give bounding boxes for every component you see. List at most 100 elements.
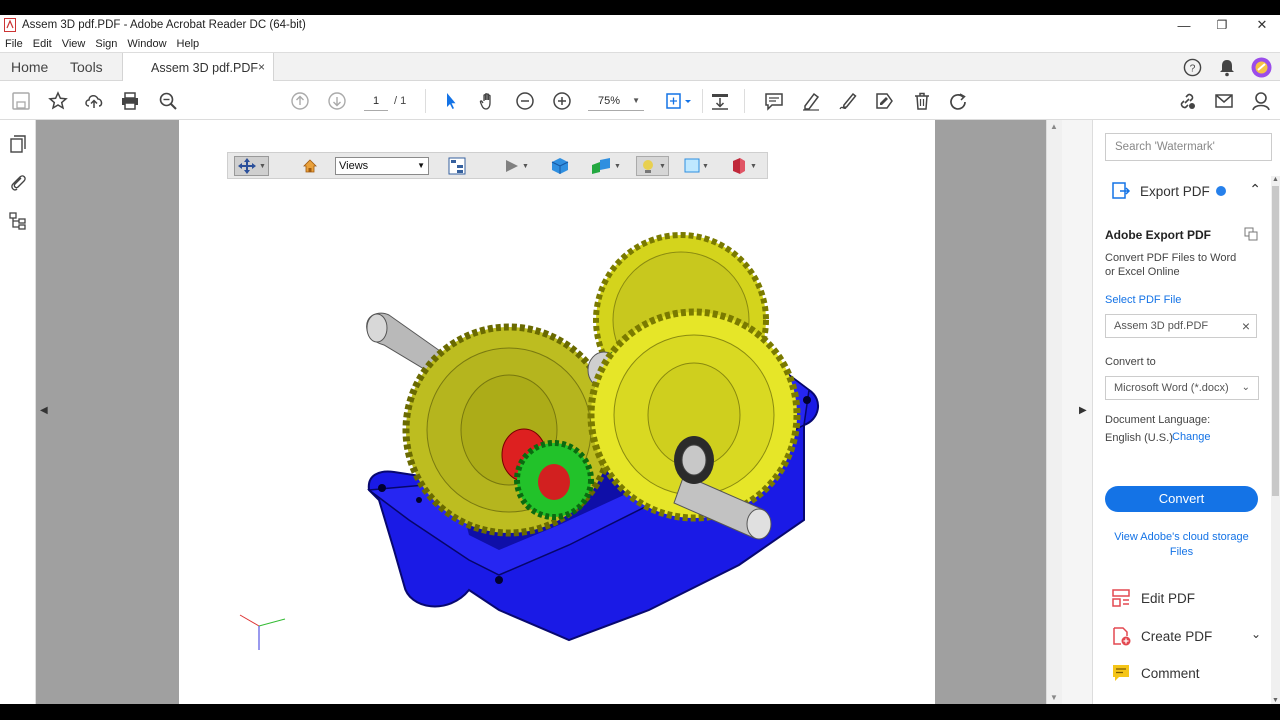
tool-create-pdf[interactable]: Create PDF ⌄ [1111, 624, 1261, 648]
tool-comment[interactable]: Comment [1111, 661, 1261, 685]
document-language-label: Document Language: [1105, 414, 1211, 426]
tools-search-input[interactable]: Search 'Watermark' [1105, 133, 1272, 161]
toolbar-separator [425, 89, 426, 113]
tab-home[interactable]: Home [11, 59, 48, 75]
model-tree-icon[interactable] [8, 211, 28, 231]
find-zoom-icon[interactable] [157, 90, 179, 112]
lighting-icon[interactable]: ▼ [636, 156, 669, 176]
menu-window[interactable]: Window [127, 38, 166, 50]
user-avatar-icon[interactable] [1251, 57, 1272, 78]
tab-document[interactable]: Assem 3D pdf.PDF × [122, 53, 274, 82]
chevron-down-icon: ⌄ [1241, 382, 1250, 393]
render-mode-icon[interactable]: ▼ [590, 156, 621, 176]
close-window-button[interactable]: ✕ [1242, 15, 1280, 35]
attachments-paperclip-icon[interactable] [8, 172, 28, 192]
delete-trash-icon[interactable] [911, 90, 933, 112]
collapse-left-pane-icon[interactable]: ◀ [40, 405, 48, 416]
zoom-out-icon[interactable] [514, 90, 536, 112]
save-icon[interactable] [10, 90, 32, 112]
animation-play-icon[interactable]: ▼ [504, 156, 529, 176]
document-tab-label: Assem 3D pdf.PDF [151, 60, 258, 75]
sign-icon[interactable] [837, 90, 859, 112]
convert-to-value: Microsoft Word (*.docx) [1114, 382, 1229, 394]
share-user-icon[interactable] [1250, 90, 1272, 112]
cross-section-icon[interactable]: ▼ [730, 156, 757, 176]
screen-border-bottom [0, 704, 1280, 720]
page-thumbnails-icon[interactable] [8, 134, 28, 154]
screen-border-top [0, 0, 1280, 15]
tool-edit-pdf[interactable]: Edit PDF [1111, 586, 1261, 610]
convert-to-label: Convert to [1105, 356, 1156, 368]
next-page-icon[interactable] [326, 90, 348, 112]
bookmark-star-icon[interactable] [47, 90, 69, 112]
3d-gearbox-model[interactable] [349, 220, 849, 650]
model-tree-toggle-icon[interactable] [448, 156, 466, 176]
scroll-up-icon[interactable]: ▲ [1272, 176, 1279, 183]
main-toolbar: 1 / 1 75% ▼ [0, 81, 1280, 120]
share-link-icon[interactable] [1176, 90, 1198, 112]
notifications-bell-icon[interactable] [1218, 58, 1236, 77]
export-description: Convert PDF Files to Word or Excel Onlin… [1105, 252, 1237, 278]
email-icon[interactable] [1213, 90, 1235, 112]
upload-cloud-icon[interactable] [83, 90, 105, 112]
3d-home-view-icon[interactable] [302, 156, 318, 176]
toolbar-separator [702, 89, 703, 113]
pdf-page[interactable]: ▼ Views ▼ ▼ ▼ ▼ ▼ ▼ [179, 120, 935, 704]
projection-cube-icon[interactable] [551, 156, 569, 176]
copy-icon[interactable] [1244, 227, 1258, 241]
tools-pane-scrollbar[interactable]: ▲ ▼ [1271, 176, 1280, 704]
cloud-storage-link[interactable]: View Adobe's cloud storage [1105, 531, 1258, 543]
selected-file-field[interactable]: Assem 3D pdf.PDF × [1105, 314, 1257, 338]
3d-rotate-tool[interactable]: ▼ [234, 156, 269, 176]
print-icon[interactable] [119, 90, 141, 112]
document-language-value: English (U.S.) [1105, 432, 1173, 444]
maximize-button[interactable]: ❐ [1202, 15, 1242, 35]
chevron-up-icon[interactable]: ⌃ [1249, 181, 1261, 198]
menu-bar: File Edit View Sign Window Help [0, 35, 1280, 52]
rotate-icon[interactable] [947, 90, 969, 112]
collapse-right-pane-icon[interactable]: ▶ [1079, 405, 1087, 416]
fit-page-icon[interactable] [663, 90, 693, 112]
change-language-link[interactable]: Change [1172, 431, 1211, 443]
hand-tool-icon[interactable] [477, 90, 499, 112]
tab-tools[interactable]: Tools [70, 59, 103, 75]
window-title: Assem 3D pdf.PDF - Adobe Acrobat Reader … [22, 19, 306, 31]
highlight-pen-icon[interactable] [800, 90, 822, 112]
convert-to-select[interactable]: Microsoft Word (*.docx) ⌄ [1105, 376, 1259, 400]
zoom-level-value: 75% [598, 95, 621, 107]
scroll-down-icon[interactable]: ▼ [1050, 693, 1058, 702]
page-number-input[interactable]: 1 [364, 91, 388, 111]
minimize-button[interactable]: — [1164, 15, 1204, 35]
adobe-export-title: Adobe Export PDF [1105, 228, 1212, 242]
menu-help[interactable]: Help [177, 38, 200, 50]
previous-page-icon[interactable] [289, 90, 311, 112]
remove-file-icon[interactable]: × [1242, 315, 1250, 337]
menu-sign[interactable]: Sign [95, 38, 117, 50]
edit-pdf-icon [1112, 589, 1130, 607]
send-for-signature-icon[interactable] [873, 90, 895, 112]
select-cursor-icon[interactable] [440, 90, 462, 112]
convert-button[interactable]: Convert [1105, 486, 1258, 512]
zoom-level-select[interactable]: 75% ▼ [588, 91, 644, 111]
close-tab-button[interactable]: × [258, 60, 265, 74]
scroll-mode-icon[interactable] [709, 90, 731, 112]
zoom-in-icon[interactable] [551, 90, 573, 112]
help-icon[interactable]: ? [1183, 58, 1202, 77]
scroll-up-icon[interactable]: ▲ [1050, 122, 1058, 131]
document-viewport: ◀ ▼ Views ▼ ▼ ▼ ▼ ▼ ▼ ▲ ▼ [36, 120, 1062, 704]
chevron-down-icon[interactable]: ⌄ [1251, 627, 1261, 641]
create-pdf-icon [1113, 627, 1131, 646]
cloud-storage-files-link[interactable]: Files [1105, 546, 1258, 558]
menu-view[interactable]: View [62, 38, 86, 50]
menu-edit[interactable]: Edit [33, 38, 52, 50]
scrollbar-thumb[interactable] [1272, 186, 1279, 496]
export-pdf-header[interactable]: Export PDF ⌃ [1111, 178, 1261, 204]
scroll-down-icon[interactable]: ▼ [1272, 697, 1279, 704]
info-badge-icon[interactable] [1215, 186, 1226, 196]
chevron-down-icon: ▼ [417, 161, 425, 170]
menu-file[interactable]: File [5, 38, 23, 50]
comment-icon[interactable] [763, 90, 785, 112]
document-vertical-scrollbar[interactable]: ▲ ▼ [1046, 120, 1062, 704]
background-color-icon[interactable]: ▼ [684, 156, 709, 176]
views-select[interactable]: Views ▼ [335, 157, 429, 175]
